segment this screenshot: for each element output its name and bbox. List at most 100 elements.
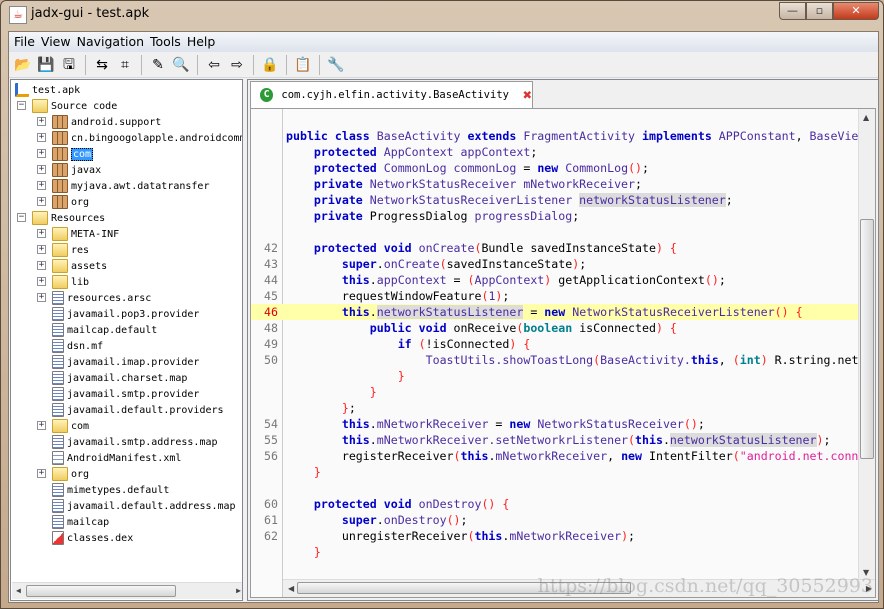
decompile-wand-icon[interactable]: ✎: [148, 55, 168, 75]
code-vertical-scrollbar[interactable]: ▲ ▼: [858, 109, 875, 581]
tree-item[interactable]: res: [52, 242, 89, 258]
tree-item[interactable]: android.support: [52, 114, 161, 130]
expand-icon[interactable]: +: [37, 261, 46, 270]
maximize-button[interactable]: ▫: [806, 2, 833, 20]
log-icon[interactable]: 📋: [293, 55, 313, 75]
tree-item[interactable]: javax: [52, 162, 101, 178]
code-text: protected CommonLog commonLog = new Comm…: [286, 160, 649, 176]
close-tab-icon[interactable]: ✖: [523, 86, 532, 104]
expand-icon[interactable]: +: [37, 197, 46, 206]
tree-item[interactable]: resources.arsc: [52, 290, 151, 306]
tree-item[interactable]: javamail.default.providers: [52, 402, 224, 418]
tree-item[interactable]: mailcap.default: [52, 322, 157, 338]
tree-item[interactable]: com: [52, 146, 94, 162]
menu-navigation[interactable]: Navigation: [75, 32, 148, 52]
file-icon: [52, 403, 64, 417]
tree-item[interactable]: com: [52, 418, 89, 434]
line-number: 42: [264, 241, 278, 255]
tree-item[interactable]: javamail.charset.map: [52, 370, 187, 386]
folder-icon: [52, 227, 68, 241]
expand-icon[interactable]: +: [37, 165, 46, 174]
expand-icon[interactable]: +: [37, 117, 46, 126]
tree-scroll-thumb[interactable]: [26, 585, 176, 597]
expand-icon[interactable]: +: [37, 469, 46, 478]
tree-item[interactable]: Source code: [32, 98, 117, 114]
menu-view[interactable]: View: [39, 32, 75, 52]
expand-icon[interactable]: +: [37, 149, 46, 158]
preferences-wrench-icon[interactable]: 🔧: [326, 55, 346, 75]
forward-icon[interactable]: ⇨: [227, 55, 247, 75]
toolbar-separator: [319, 55, 320, 75]
collapse-icon[interactable]: −: [17, 213, 26, 222]
search-icon[interactable]: 🔍: [171, 55, 191, 75]
code-horizontal-scrollbar[interactable]: ◀ ▶ https://blog.csdn.net/qq_30552993: [283, 575, 875, 597]
code-text: this.appContext = (AppContext) getApplic…: [286, 272, 726, 288]
expand-icon[interactable]: +: [37, 229, 46, 238]
tree-item[interactable]: dsn.mf: [52, 338, 103, 354]
expand-icon[interactable]: +: [37, 421, 46, 430]
tree-item[interactable]: javamail.smtp.provider: [52, 386, 199, 402]
deobfuscation-icon[interactable]: 🔒: [260, 55, 280, 75]
tab-base-activity[interactable]: C com.cyjh.elfin.activity.BaseActivity ✖: [250, 81, 533, 108]
tree-item[interactable]: myjava.awt.datatransfer: [52, 178, 209, 194]
save-all-icon[interactable]: 💾: [36, 55, 56, 75]
code-line: protected CommonLog commonLog = new Comm…: [251, 160, 859, 176]
menu-file[interactable]: File: [12, 32, 39, 52]
close-button[interactable]: ✕: [833, 2, 879, 20]
tree-item[interactable]: META-INF: [52, 226, 119, 242]
code-text: private ProgressDialog progressDialog;: [286, 208, 579, 224]
tree-item[interactable]: Resources: [32, 210, 105, 226]
tree-horizontal-scrollbar[interactable]: ◀ ▶: [12, 582, 242, 599]
line-number: 60: [264, 497, 278, 511]
line-number: 61: [264, 513, 278, 527]
tree-item[interactable]: org: [52, 194, 89, 210]
tree-item[interactable]: javamail.smtp.address.map: [52, 434, 218, 450]
tree-item[interactable]: javamail.default.address.map: [52, 498, 236, 514]
package-icon: [52, 163, 68, 177]
code-token: NetworkStatusReceiverListener: [369, 193, 580, 207]
window-title: jadx-gui - test.apk: [31, 6, 150, 21]
line-number: 56: [264, 449, 278, 463]
expand-icon[interactable]: +: [37, 245, 46, 254]
code-token: !isConnected: [425, 337, 510, 351]
tree-item-label: Source code: [51, 100, 118, 112]
export-icon[interactable]: 🖫: [59, 55, 79, 75]
code-token: unregisterReceiver: [286, 529, 468, 543]
code-text: public class BaseActivity extends Fragme…: [286, 128, 858, 144]
tree-item[interactable]: test.apk: [15, 82, 80, 98]
collapse-icon[interactable]: −: [17, 101, 26, 110]
scroll-right-icon[interactable]: ▶: [236, 586, 241, 595]
expand-icon[interactable]: +: [37, 293, 46, 302]
tree-item[interactable]: mimetypes.default: [52, 482, 169, 498]
tree-item[interactable]: classes.dex: [52, 530, 133, 546]
code-view[interactable]: public class BaseActivity extends Fragme…: [250, 108, 876, 598]
open-file-icon[interactable]: 📂: [13, 55, 33, 75]
sync-icon[interactable]: ⇆: [92, 55, 112, 75]
scroll-up-icon[interactable]: ▲: [863, 113, 869, 122]
tree-item[interactable]: mailcap: [52, 514, 109, 530]
tree-item[interactable]: assets: [52, 258, 107, 274]
scroll-left-icon[interactable]: ◀: [288, 584, 294, 593]
back-icon[interactable]: ⇦: [204, 55, 224, 75]
tree-item[interactable]: javamail.pop3.provider: [52, 306, 199, 322]
flatten-packages-icon[interactable]: ⌗: [115, 55, 135, 75]
toolbar: 📂 💾 🖫 ⇆ ⌗ ✎ 🔍 ⇦ ⇨ 🔒 📋 🔧: [9, 53, 878, 78]
tree-item[interactable]: javamail.imap.provider: [52, 354, 199, 370]
tree-item[interactable]: cn.bingoogolapple.androidcommon: [52, 130, 242, 146]
menu-help[interactable]: Help: [185, 32, 220, 52]
expand-icon[interactable]: +: [37, 277, 46, 286]
expand-icon[interactable]: +: [37, 133, 46, 142]
project-tree[interactable]: ◀ ▶ test.apk − Source code + android.support…: [10, 79, 243, 601]
expand-icon[interactable]: +: [37, 181, 46, 190]
tree-item[interactable]: lib: [52, 274, 89, 290]
tree-item-label: mailcap.default: [67, 324, 158, 336]
minimize-button[interactable]: —: [779, 2, 806, 20]
code-vscroll-thumb[interactable]: [860, 219, 874, 459]
scroll-left-icon[interactable]: ◀: [16, 586, 21, 595]
menu-tools[interactable]: Tools: [148, 32, 185, 52]
tree-item[interactable]: AndroidManifest.xml: [52, 450, 181, 466]
tree-item[interactable]: org: [52, 466, 89, 482]
